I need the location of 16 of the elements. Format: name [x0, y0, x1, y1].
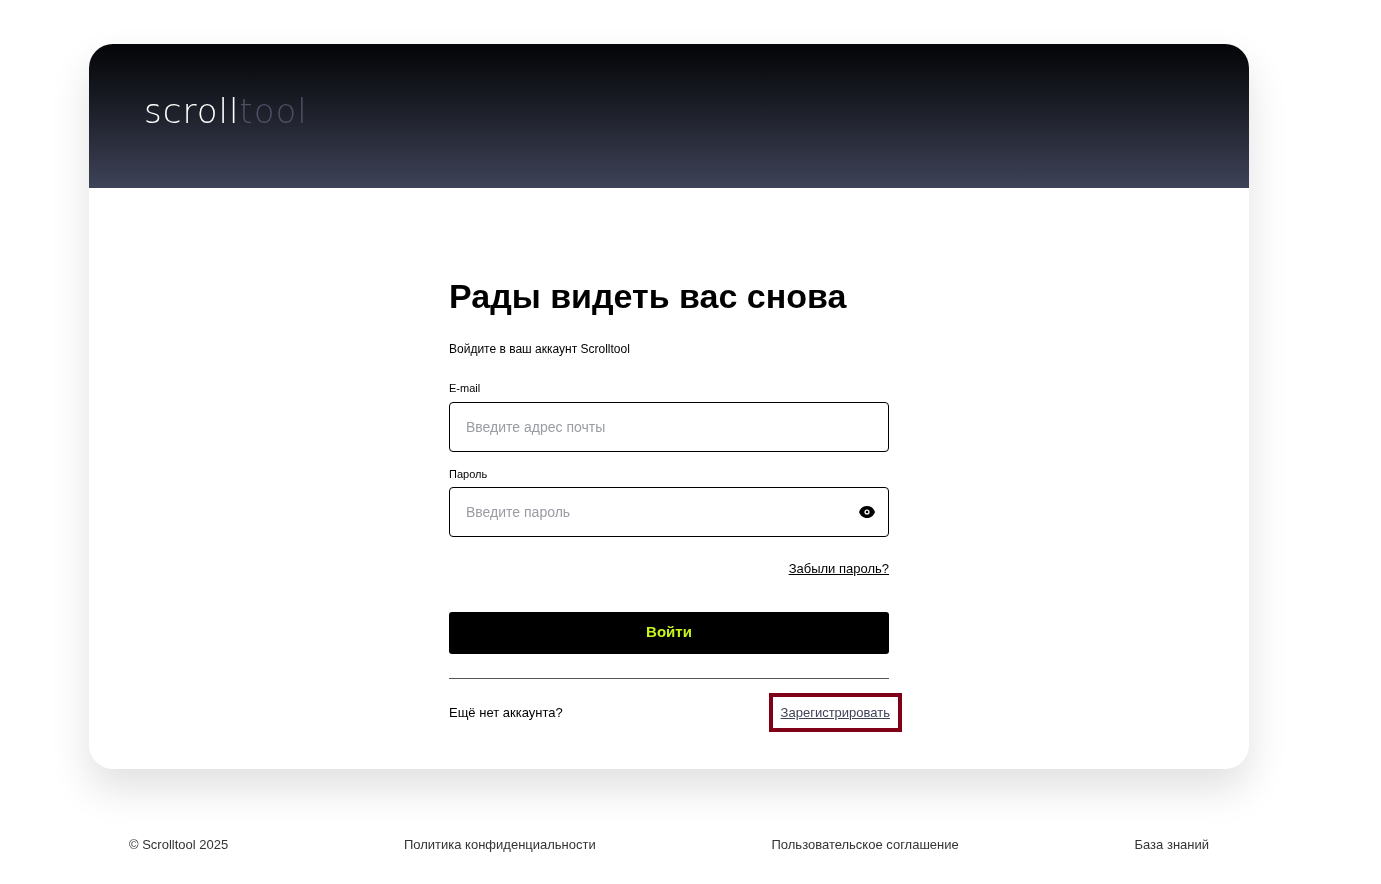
password-field[interactable]: Введите пароль — [449, 487, 889, 537]
page-title: Рады видеть вас снова — [449, 276, 848, 316]
forgot-password-link[interactable]: Забыли пароль? — [788, 559, 889, 579]
login-button[interactable]: Войти — [449, 611, 889, 654]
footer-link[interactable]: Пользовательское соглашение — [771, 835, 959, 855]
footer-link[interactable]: База знаний — [1134, 835, 1209, 855]
footer-link[interactable]: Политика конфиденциальности — [403, 835, 596, 855]
email-field[interactable]: Введите адрес почты — [449, 401, 889, 452]
subtitle: Войдите в ваш аккаунт Scrolltool — [449, 341, 631, 358]
field-label: E-mail — [449, 381, 482, 396]
logo: scrolltool — [144, 94, 308, 128]
copyright-text: © Scrolltool 2025 — [129, 836, 229, 854]
field-label: Пароль — [449, 466, 489, 482]
signup-link[interactable]: Зарегистрировать — [768, 692, 902, 732]
signup-prompt: Ещё нет аккаунта? — [449, 703, 563, 722]
eye-icon[interactable] — [859, 506, 875, 518]
